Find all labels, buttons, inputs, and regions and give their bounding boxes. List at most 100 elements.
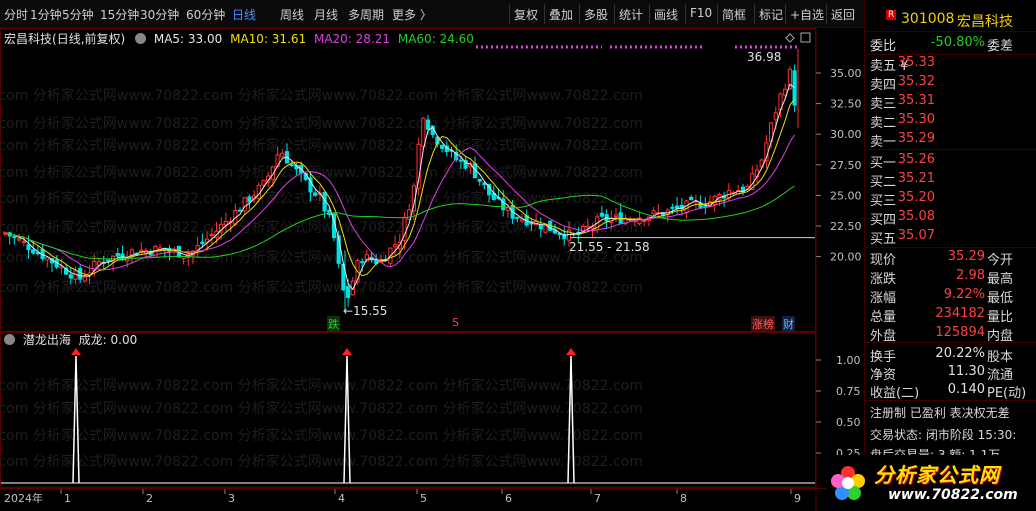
stat2-2-value: 0.140 bbox=[947, 382, 985, 397]
watermark-row: .com 分析家公式网www.70822.com 分析家公式网www.70822… bbox=[0, 164, 643, 181]
toolbar-item-0[interactable]: 分时 bbox=[4, 6, 28, 23]
buy-level-1: 买一 35.26 bbox=[865, 152, 1036, 171]
stat2-1-label2: 流通 bbox=[987, 368, 1014, 383]
y-tick-label: 22.50 bbox=[830, 220, 862, 233]
toolbar-item-2[interactable]: 5分钟 bbox=[62, 6, 94, 23]
sell-level-5: 卖五 ¥35.33 bbox=[865, 55, 1036, 74]
stock-title-row: 宏昌科技(日线,前复权) MA5: 33.00 MA10: 31.61 MA20… bbox=[4, 30, 474, 47]
stat-2: 涨幅 9.22% 最低 bbox=[865, 287, 1036, 306]
chart-area[interactable]: .com 分析家公式网www.70822.com 分析家公式网www.70822… bbox=[0, 28, 864, 511]
r-badge: R bbox=[886, 10, 897, 20]
watermark-row: .com 分析家公式网www.70822.com 分析家公式网www.70822… bbox=[0, 377, 643, 394]
toolbar-item-6[interactable]: 日线 bbox=[232, 6, 256, 23]
candle-body bbox=[12, 236, 17, 239]
buy-level-3: 买三 35.20 bbox=[865, 190, 1036, 209]
stat-2-value: 9.22% bbox=[943, 287, 985, 302]
toolbar-separator bbox=[826, 4, 827, 24]
toolbar-right-item-1[interactable]: 叠加 bbox=[549, 6, 573, 23]
toolbar-right-item-3[interactable]: 统计 bbox=[619, 6, 643, 23]
diamond-icon[interactable] bbox=[785, 33, 795, 43]
low-annotation: ←15.55 bbox=[343, 304, 388, 318]
signal-arrow-icon bbox=[71, 348, 81, 355]
sell-level-3-label: 卖三 bbox=[870, 97, 897, 112]
stat-3-value: 234182 bbox=[935, 306, 985, 321]
indicator-settings-icon[interactable] bbox=[4, 334, 15, 345]
weibi-row: 委比 -50.80% 委差 bbox=[865, 35, 1036, 54]
stat-1-label2: 最高 bbox=[987, 272, 1014, 287]
marker-cai[interactable]: 财 bbox=[782, 316, 795, 332]
stat2-0-value: 20.22% bbox=[935, 346, 985, 361]
candle-body bbox=[129, 249, 135, 256]
stock-title: 宏昌科技 bbox=[4, 32, 53, 46]
candle-body bbox=[237, 209, 243, 212]
candle-body bbox=[425, 119, 431, 130]
stat-1-label: 涨跌 bbox=[870, 272, 897, 287]
marker-s[interactable]: S bbox=[452, 316, 459, 329]
toolbar-item-9[interactable]: 多周期 bbox=[348, 6, 384, 23]
marker-die[interactable]: 跌 bbox=[327, 316, 340, 332]
sell-level-5-value: 35.33 bbox=[897, 55, 935, 70]
x-month-label: 1 bbox=[64, 492, 71, 505]
sell-level-3-value: 35.31 bbox=[897, 93, 935, 108]
kline-chart-svg[interactable]: .com 分析家公式网www.70822.com 分析家公式网www.70822… bbox=[0, 28, 864, 511]
toolbar-right-item-6[interactable]: 简框 bbox=[722, 6, 746, 23]
watermark-row: .com 分析家公式网www.70822.com 分析家公式网www.70822… bbox=[0, 427, 643, 444]
candle-body bbox=[31, 249, 36, 254]
candle-body bbox=[458, 159, 463, 162]
stat-3-label: 总量 bbox=[870, 310, 897, 325]
stock-header: R 301008 宏昌科技 bbox=[865, 10, 1036, 30]
candle-body bbox=[68, 274, 73, 279]
candle-body bbox=[17, 238, 22, 241]
candle-body bbox=[106, 259, 111, 262]
candle-body bbox=[651, 210, 656, 215]
toolbar-right-item-9[interactable]: 返回 bbox=[831, 6, 855, 23]
flower-logo-icon bbox=[831, 466, 865, 500]
candle-body bbox=[313, 192, 318, 196]
watermark-row: .com 分析家公式网www.70822.com 分析家公式网www.70822… bbox=[0, 87, 643, 104]
toolbar-right-item-2[interactable]: 多股 bbox=[584, 6, 608, 23]
candle-body bbox=[247, 196, 252, 203]
sell-level-2-value: 35.30 bbox=[897, 112, 935, 127]
buy-level-4-label: 买四 bbox=[870, 213, 897, 228]
toolbar-item-7[interactable]: 周线 bbox=[280, 6, 304, 23]
toolbar-right-item-8[interactable]: +自选 bbox=[790, 6, 824, 23]
candle-body bbox=[670, 206, 675, 209]
window-toggle-icon[interactable] bbox=[800, 32, 811, 43]
stat2-0-label: 换手 bbox=[870, 350, 897, 365]
stat2-1-value: 11.30 bbox=[947, 364, 985, 379]
settings-icon[interactable] bbox=[135, 33, 147, 44]
candle-body bbox=[501, 198, 506, 211]
toolbar-item-10[interactable]: 更多 〉 bbox=[392, 6, 432, 23]
stat-0-label: 现价 bbox=[870, 253, 897, 268]
toolbar-item-1[interactable]: 1分钟 bbox=[30, 6, 62, 23]
stat-4: 外盘 125894 内盘 bbox=[865, 325, 1036, 344]
stock-name: 宏昌科技 bbox=[957, 14, 1013, 30]
buy-level-4: 买四 35.08 bbox=[865, 209, 1036, 228]
stat2-2: 收益(二) 0.140 PE(动) bbox=[865, 382, 1036, 401]
candle-body bbox=[585, 225, 590, 229]
watermark-logo: 分析家公式网 www.70822.com bbox=[826, 455, 1036, 511]
toolbar-item-3[interactable]: 15分钟 bbox=[100, 6, 139, 23]
sell-level-2: 卖二 35.30 bbox=[865, 112, 1036, 131]
watermark-row: .com 分析家公式网www.70822.com 分析家公式网www.70822… bbox=[0, 249, 643, 266]
stat-2-label2: 最低 bbox=[987, 291, 1014, 306]
marker-zhangbang[interactable]: 涨榜 bbox=[751, 316, 775, 332]
candle-body bbox=[26, 244, 31, 251]
toolbar-right-item-5[interactable]: F10 bbox=[690, 6, 712, 20]
stat-4-value: 125894 bbox=[935, 325, 985, 340]
toolbar-right-item-4[interactable]: 画线 bbox=[654, 6, 678, 23]
candle-body bbox=[613, 214, 619, 217]
buy-level-5-value: 35.07 bbox=[897, 228, 935, 243]
candle-body bbox=[78, 267, 83, 280]
toolbar-right-item-7[interactable]: 标记 bbox=[759, 6, 783, 23]
watermark-row: .com 分析家公式网www.70822.com 分析家公式网www.70822… bbox=[0, 453, 643, 470]
ma60-label: MA60: 24.60 bbox=[397, 32, 474, 46]
toolbar-item-4[interactable]: 30分钟 bbox=[140, 6, 179, 23]
toolbar-item-5[interactable]: 60分钟 bbox=[186, 6, 225, 23]
toolbar-item-8[interactable]: 月线 bbox=[314, 6, 338, 23]
weibi-value: -50.80% bbox=[930, 35, 985, 50]
high-annotation: 36.98 bbox=[747, 50, 782, 64]
candle-body bbox=[689, 196, 694, 201]
stat2-2-label2: PE(动) bbox=[987, 386, 1027, 401]
toolbar-right-item-0[interactable]: 复权 bbox=[514, 6, 538, 23]
